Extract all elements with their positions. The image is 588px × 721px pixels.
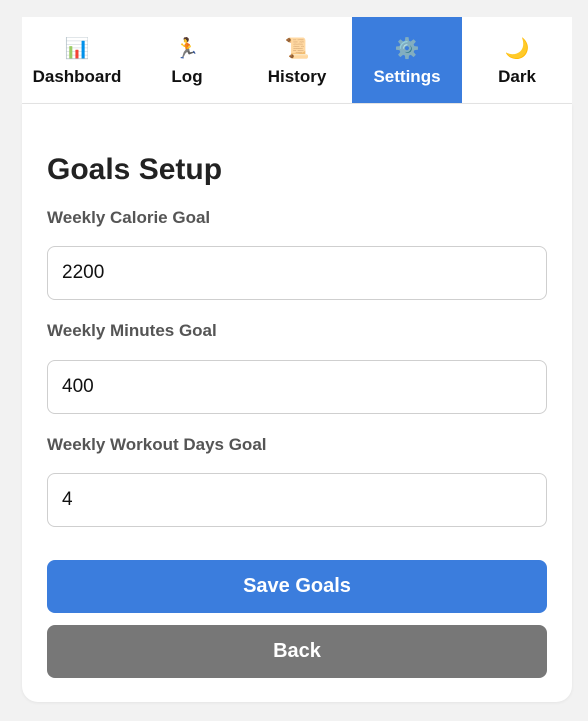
workout-days-goal-label: Weekly Workout Days Goal: [47, 435, 267, 454]
tab-label-log: Log: [171, 66, 203, 86]
minutes-goal-label: Weekly Minutes Goal: [47, 321, 217, 340]
tab-label-dark: Dark: [498, 66, 536, 86]
back-button[interactable]: Back: [47, 625, 547, 678]
tab-log[interactable]: 🏃 Log: [132, 17, 242, 103]
gear-icon: ⚙️: [394, 37, 420, 60]
top-nav: 📊 Dashboard 🏃 Log 📜 History ⚙️ Settings …: [22, 17, 572, 104]
runner-icon: 🏃: [174, 37, 200, 60]
card-top-edge: [22, 104, 572, 124]
moon-icon: 🌙: [504, 37, 530, 60]
scroll-icon: 📜: [284, 37, 310, 60]
workout-days-goal-input[interactable]: [47, 473, 547, 527]
bar-chart-icon: 📊: [64, 37, 90, 60]
tab-dark-mode[interactable]: 🌙 Dark: [462, 17, 572, 103]
tab-settings[interactable]: ⚙️ Settings: [352, 17, 462, 103]
tab-label-dashboard: Dashboard: [32, 66, 122, 86]
tab-label-settings: Settings: [373, 66, 441, 86]
tab-history[interactable]: 📜 History: [242, 17, 352, 103]
tab-label-history: History: [267, 66, 327, 86]
minutes-goal-input[interactable]: [47, 360, 547, 414]
save-goals-button[interactable]: Save Goals: [47, 560, 547, 613]
calorie-goal-input[interactable]: [47, 246, 547, 300]
tab-dashboard[interactable]: 📊 Dashboard: [22, 17, 132, 103]
goals-card: Goals Setup Weekly Calorie Goal Weekly M…: [22, 104, 572, 702]
calorie-goal-label: Weekly Calorie Goal: [47, 208, 211, 227]
page-title: Goals Setup: [47, 153, 223, 186]
